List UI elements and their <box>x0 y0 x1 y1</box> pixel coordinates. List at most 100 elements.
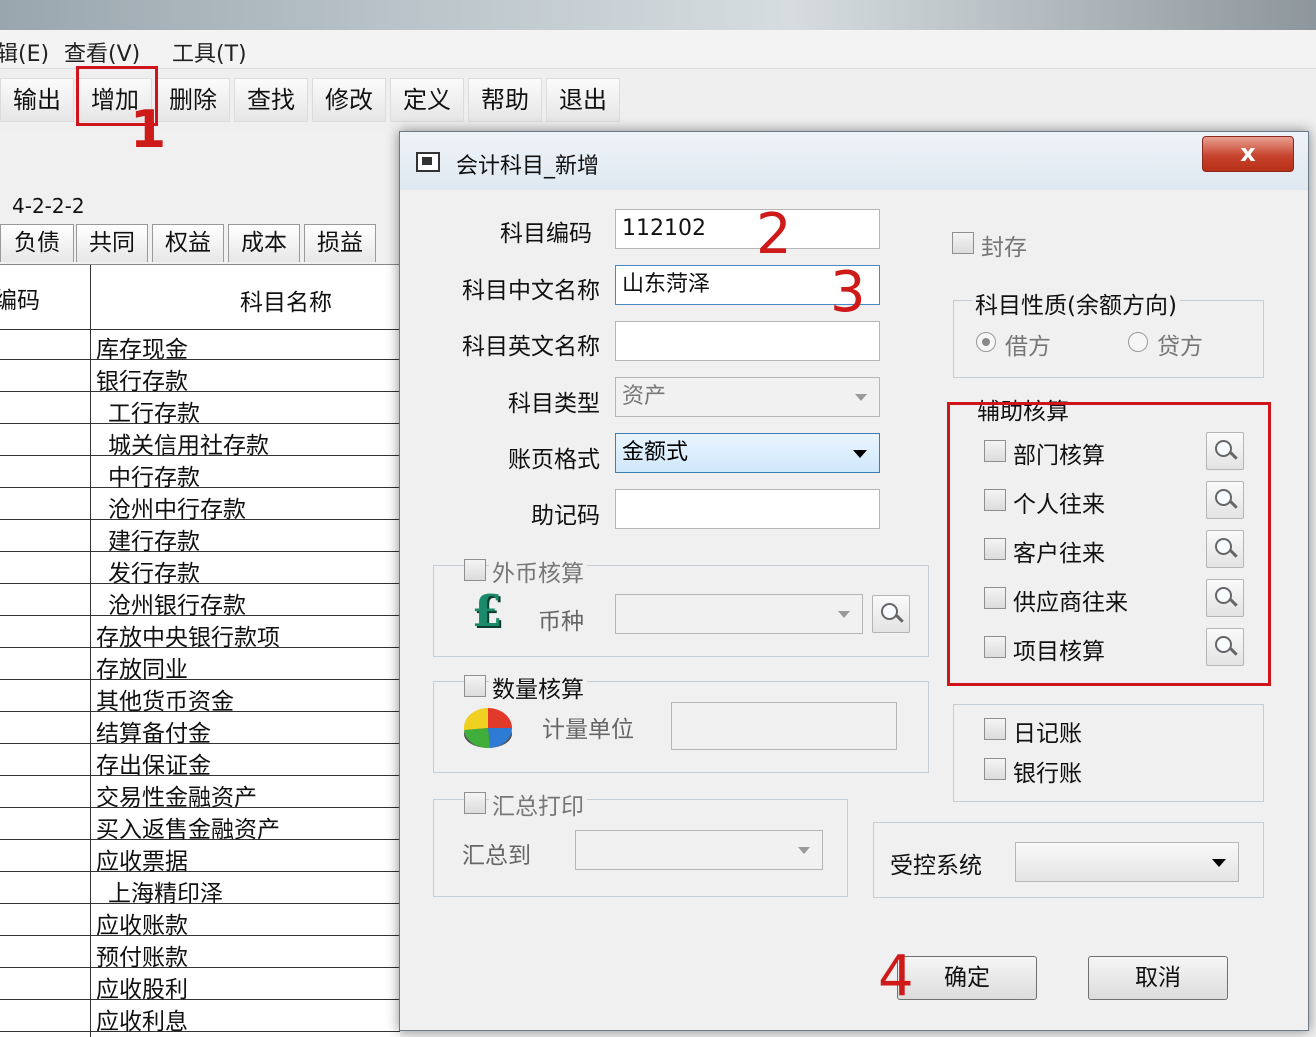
account-name-cell: 应收利息 <box>96 1009 188 1035</box>
account-name-cell: 建行存款 <box>108 529 200 555</box>
auxiliary-checkbox[interactable] <box>984 489 1006 511</box>
foreign-currency-checkbox[interactable] <box>464 559 486 581</box>
auxiliary-checkbox[interactable] <box>984 440 1006 462</box>
tab-cost[interactable]: 成本 <box>228 224 300 262</box>
table-row[interactable]: 交易性金融资产 <box>0 777 400 811</box>
table-row[interactable]: 应收股利 <box>0 969 400 1003</box>
table-row[interactable]: 存放同业 <box>0 649 400 683</box>
chevron-down-icon <box>838 611 850 618</box>
label-page-format: 账页格式 <box>508 447 600 473</box>
controlled-system-select[interactable] <box>1015 842 1239 882</box>
tab-common[interactable]: 共同 <box>76 224 148 262</box>
delete-button[interactable]: 删除 <box>156 78 230 122</box>
currency-label: 币种 <box>538 609 584 635</box>
auxiliary-checkbox[interactable] <box>984 587 1006 609</box>
table-row[interactable]: 沧州银行存款 <box>0 585 400 619</box>
chevron-down-icon <box>853 450 867 458</box>
tab-equity[interactable]: 权益 <box>152 224 224 262</box>
auxiliary-label: 供应商往来 <box>1010 583 1131 617</box>
account-name-cell: 发行存款 <box>108 561 200 587</box>
unit-input[interactable] <box>671 702 897 750</box>
account-name-cell: 沧州银行存款 <box>108 593 246 619</box>
journal-label: 日记账 <box>1010 714 1085 748</box>
exit-button[interactable]: 退出 <box>546 78 620 122</box>
ok-button[interactable]: 确定 <box>897 956 1037 1000</box>
menu-edit[interactable]: 辑(E) <box>0 36 49 68</box>
code-level-label: 4-2-2-2 <box>12 194 85 218</box>
bank-account-checkbox[interactable] <box>984 758 1006 780</box>
journal-checkbox[interactable] <box>984 718 1006 740</box>
account-name-cell: 存放中央银行款项 <box>96 625 280 651</box>
table-row[interactable]: 中行存款 <box>0 457 400 491</box>
tab-profit-loss[interactable]: 损益 <box>304 224 376 262</box>
label-cn-name: 科目中文名称 <box>462 278 600 304</box>
export-button[interactable]: 输出 <box>0 78 74 122</box>
table-row[interactable]: 沧州中行存款 <box>0 489 400 523</box>
find-button[interactable]: 查找 <box>234 78 308 122</box>
mnemonic-input[interactable] <box>615 489 880 529</box>
auxiliary-checkbox[interactable] <box>984 636 1006 658</box>
summary-to-select[interactable] <box>575 830 823 870</box>
dialog-titlebar[interactable]: 会计科目_新增 x <box>400 132 1308 190</box>
table-row[interactable]: 发行存款 <box>0 553 400 587</box>
search-icon[interactable] <box>1206 628 1244 666</box>
table-row[interactable]: 买入返售金融资产 <box>0 809 400 843</box>
table-row[interactable]: 城关信用社存款 <box>0 425 400 459</box>
table-row[interactable]: 存放中央银行款项 <box>0 617 400 651</box>
define-button[interactable]: 定义 <box>390 78 464 122</box>
unit-label: 计量单位 <box>542 717 634 743</box>
auxiliary-label: 客户往来 <box>1010 534 1108 568</box>
currency-search-icon[interactable] <box>872 595 910 633</box>
table-row[interactable]: 工行存款 <box>0 393 400 427</box>
table-row[interactable]: 上海精印泽 <box>0 873 400 907</box>
close-button[interactable]: x <box>1202 136 1294 172</box>
table-row[interactable]: 库存现金 <box>0 329 400 363</box>
account-name-cell: 预付账款 <box>96 945 188 971</box>
page-format-select[interactable]: 金额式 <box>615 433 880 473</box>
account-code-input[interactable]: 112102 <box>615 209 880 249</box>
label-en-name: 科目英文名称 <box>462 334 600 360</box>
search-icon[interactable] <box>1206 579 1244 617</box>
auxiliary-checkbox[interactable] <box>984 538 1006 560</box>
sealed-checkbox[interactable] <box>952 232 974 254</box>
search-icon[interactable] <box>1206 432 1244 470</box>
table-row[interactable]: 存出保证金 <box>0 745 400 779</box>
menu-view[interactable]: 查看(V) <box>64 36 140 68</box>
account-name-cell: 银行存款 <box>96 369 188 395</box>
table-row[interactable]: 建行存款 <box>0 521 400 555</box>
table-row[interactable]: 结算备付金 <box>0 713 400 747</box>
account-name-cell: 存放同业 <box>96 657 188 683</box>
modify-button[interactable]: 修改 <box>312 78 386 122</box>
menu-bar: 辑(E) 查看(V) 工具(T) <box>0 30 1316 69</box>
table-row[interactable]: 预付账款 <box>0 937 400 971</box>
account-name-cell: 上海精印泽 <box>108 881 223 907</box>
bank-account-label: 银行账 <box>1010 754 1085 788</box>
account-name-cell: 中行存款 <box>108 465 200 491</box>
auxiliary-label: 部门核算 <box>1010 436 1108 470</box>
currency-select[interactable] <box>615 594 863 634</box>
summary-print-checkbox[interactable] <box>464 792 486 814</box>
table-row[interactable]: 其他货币资金 <box>0 681 400 715</box>
table-row[interactable]: 应收账款 <box>0 905 400 939</box>
help-button[interactable]: 帮助 <box>468 78 542 122</box>
cancel-button[interactable]: 取消 <box>1088 956 1228 1000</box>
account-type-select[interactable]: 资产 <box>615 377 880 417</box>
toolbar: 输出 增加 删除 查找 修改 定义 帮助 退出 <box>0 70 1316 130</box>
account-name-cell: 应收账款 <box>96 913 188 939</box>
quantity-checkbox[interactable] <box>464 675 486 697</box>
tab-liabilities[interactable]: 负债 <box>0 224 74 262</box>
auxiliary-label: 个人往来 <box>1010 485 1108 519</box>
annotation-number-1: 1 <box>130 100 167 160</box>
menu-tools[interactable]: 工具(T) <box>172 36 247 68</box>
search-icon[interactable] <box>1206 530 1244 568</box>
foreign-currency-label: 外币核算 <box>489 554 587 588</box>
table-row[interactable]: 银行存款 <box>0 361 400 395</box>
table-row[interactable]: 应收利息 <box>0 1001 400 1035</box>
search-icon[interactable] <box>1206 481 1244 519</box>
annotation-number-2: 2 <box>756 202 792 267</box>
debit-radio[interactable] <box>976 332 996 352</box>
table-row[interactable]: 应收票据 <box>0 841 400 875</box>
credit-radio[interactable] <box>1128 332 1148 352</box>
en-name-input[interactable] <box>615 321 880 361</box>
sealed-label: 封存 <box>978 228 1030 262</box>
